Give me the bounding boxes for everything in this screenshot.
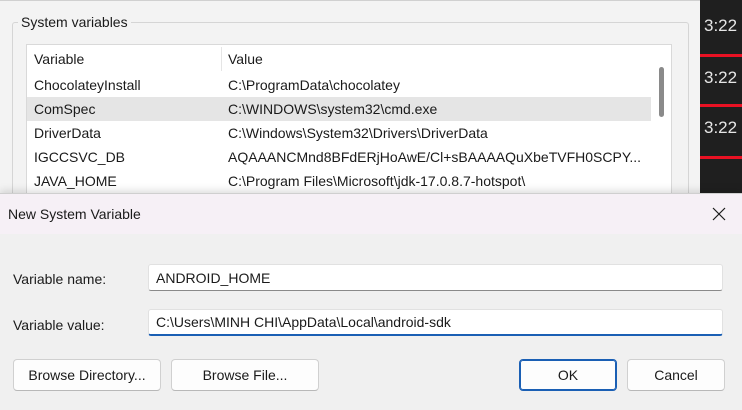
row-variable: ComSpec [34,101,96,117]
table-row[interactable]: DriverData C:\Windows\System32\Drivers\D… [27,121,651,145]
clock-text: 3:22 [704,68,738,87]
ok-button[interactable]: OK [519,359,617,391]
row-variable: DriverData [34,125,101,141]
clock-text: 3:22 [704,16,738,35]
cancel-button[interactable]: Cancel [627,359,725,391]
system-variables-list[interactable]: Variable Value ChocolateyInstall C:\Prog… [26,44,672,206]
scroll-thumb[interactable] [659,67,664,117]
dialog-title: New System Variable [8,206,141,222]
close-button[interactable] [696,194,742,234]
table-row[interactable]: ComSpec C:\WINDOWS\system32\cmd.exe [27,97,651,121]
variable-value-label: Variable value: [13,317,105,333]
row-value: AQAAANCMnd8BFdERjHoAwE/Cl+sBAAAAQuXbeTVF… [228,149,642,165]
indicator-line [700,156,742,159]
browse-file-button[interactable]: Browse File... [171,359,319,391]
row-value: C:\WINDOWS\system32\cmd.exe [228,101,438,117]
variable-name-label: Variable name: [13,271,107,287]
indicator-line [700,54,742,57]
group-title: System variables [18,12,131,32]
indicator-line [700,104,742,107]
browse-directory-button[interactable]: Browse Directory... [13,359,161,391]
variable-value-input[interactable] [148,309,723,336]
row-variable: JAVA_HOME [34,173,117,189]
vertical-scrollbar[interactable] [653,45,671,205]
row-value: C:\Windows\System32\Drivers\DriverData [228,125,488,141]
row-variable: ChocolateyInstall [34,77,141,93]
row-value: C:\Program Files\Microsoft\jdk-17.0.8.7-… [228,173,526,189]
table-row[interactable]: ChocolateyInstall C:\ProgramData\chocola… [27,73,651,97]
row-variable: IGCCSVC_DB [34,149,126,165]
list-header: Variable Value [27,45,651,73]
clock-text: 3:22 [704,118,738,137]
close-icon [712,207,726,221]
column-separator[interactable] [221,47,222,71]
table-row[interactable]: IGCCSVC_DB AQAAANCMnd8BFdERjHoAwE/Cl+sBA… [27,145,651,169]
table-row[interactable]: JAVA_HOME C:\Program Files\Microsoft\jdk… [27,169,651,193]
column-header-value[interactable]: Value [228,51,263,67]
window-divider [0,0,700,1]
new-system-variable-dialog: New System Variable Variable name: Varia… [0,193,742,410]
variable-name-input[interactable] [148,264,723,291]
column-header-variable[interactable]: Variable [34,51,84,67]
dialog-titlebar[interactable]: New System Variable [0,194,742,234]
row-value: C:\ProgramData\chocolatey [228,77,400,93]
